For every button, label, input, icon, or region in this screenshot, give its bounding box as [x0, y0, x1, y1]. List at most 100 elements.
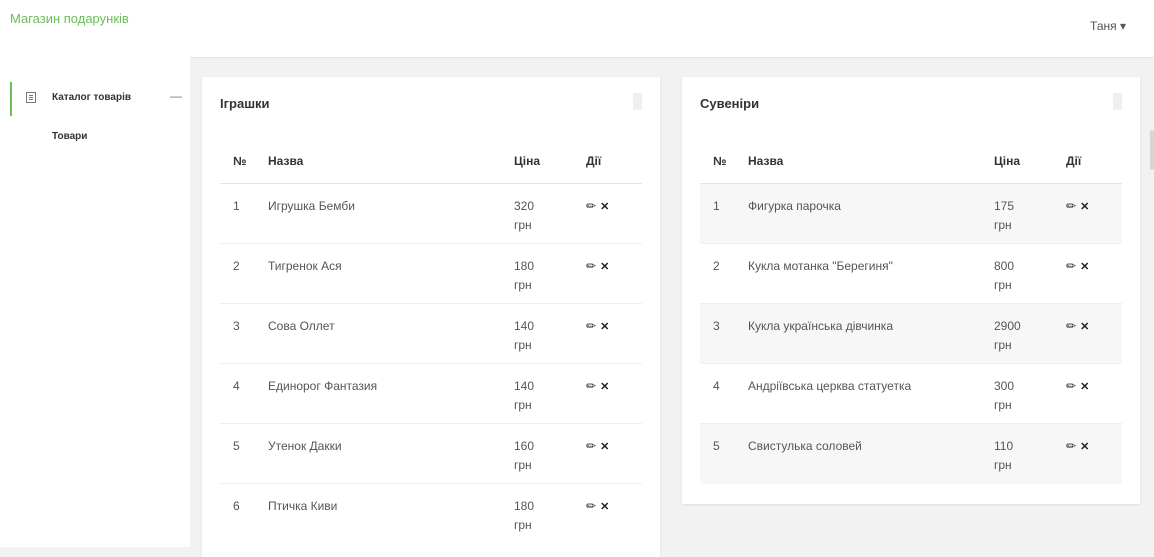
row-number: 1: [700, 183, 748, 244]
row-number: 2: [700, 243, 748, 304]
price-currency: грн: [514, 398, 532, 412]
row-actions: ✏︎ ✕: [1066, 363, 1122, 424]
product-price: 140 грн: [514, 303, 586, 364]
toys-table: № Назва Ціна Дії 1 Игрушка Бемби 320 грн ✏︎ ✕…: [220, 139, 642, 544]
row-actions: ✏︎ ✕: [586, 423, 642, 484]
pencil-icon[interactable]: ✏︎: [586, 199, 596, 213]
product-name: Сова Оллет: [268, 303, 514, 364]
row-number: 3: [220, 303, 268, 364]
row-actions: ✏︎ ✕: [586, 483, 642, 544]
close-icon[interactable]: ✕: [600, 320, 609, 333]
price-currency: грн: [514, 458, 532, 472]
sidebar-item-catalog[interactable]: Каталог товарів —: [10, 82, 192, 116]
sidebar-item-products[interactable]: Товари: [52, 131, 87, 142]
sidebar: Магазин подарунків Каталог товарів — Тов…: [0, 0, 190, 547]
row-number: 4: [700, 363, 748, 424]
row-number: 1: [233, 199, 240, 213]
product-name: Птичка Киви: [268, 483, 514, 544]
row-number: 5: [220, 423, 268, 484]
product-name: Утенок Дакки: [268, 423, 514, 484]
product-price: 2900 грн: [994, 303, 1066, 364]
price-currency: грн: [514, 518, 532, 532]
pencil-icon[interactable]: ✏︎: [1066, 259, 1076, 273]
row-actions: ✏︎ ✕: [586, 363, 642, 424]
table-row: 5 Свистулька соловей 110 грн ✏︎ ✕: [700, 423, 1122, 484]
pencil-icon[interactable]: ✏︎: [1066, 379, 1076, 393]
product-price: 800 грн: [994, 243, 1066, 304]
row-number: 3: [700, 303, 748, 364]
close-icon[interactable]: ✕: [1080, 260, 1089, 273]
column-header-name: Назва: [268, 139, 514, 184]
close-icon[interactable]: ✕: [1080, 320, 1089, 333]
table-row: 3 Кукла українська дівчинка 2900 грн ✏︎ ✕: [700, 303, 1122, 364]
close-icon[interactable]: ✕: [1080, 380, 1089, 393]
column-header-price: Ціна: [994, 139, 1066, 184]
panel-title: Сувеніри: [700, 96, 760, 111]
price-currency: грн: [514, 278, 532, 292]
product-name: Тигренок Ася: [268, 243, 514, 304]
product-name: Кукла мотанка "Берегиня": [748, 243, 994, 304]
close-icon[interactable]: ✕: [600, 500, 609, 513]
table-row: 6 Птичка Киви 180 грн ✏︎ ✕: [220, 483, 642, 544]
row-actions: ✏︎ ✕: [586, 243, 642, 304]
top-bar: Таня ▾: [190, 0, 1154, 58]
product-price: 180 грн: [514, 483, 586, 544]
price-currency: грн: [994, 218, 1012, 232]
close-icon[interactable]: ✕: [600, 200, 609, 213]
product-price: 180 грн: [514, 243, 586, 304]
pencil-icon[interactable]: ✏︎: [1066, 199, 1076, 213]
price-currency: грн: [994, 278, 1012, 292]
sidebar-item-catalog-label: Каталог товарів: [52, 92, 132, 103]
price-value: 160: [514, 439, 535, 453]
column-header-name: Назва: [748, 139, 994, 184]
row-number: 2: [220, 243, 268, 304]
table-row: 4 Андріївська церква статуетка 300 грн ✏︎ ✕: [700, 363, 1122, 424]
price-value: 180: [514, 259, 535, 273]
column-header-num: №: [700, 139, 748, 184]
product-name: Фигурка парочка: [748, 183, 994, 244]
table-row: 2 Тигренок Ася 180 грн ✏︎ ✕: [220, 243, 642, 304]
price-currency: грн: [994, 398, 1012, 412]
product-price: 160 грн: [514, 423, 586, 484]
product-price: 110 грн: [994, 423, 1066, 484]
pencil-icon[interactable]: ✏︎: [586, 319, 596, 333]
pencil-icon[interactable]: ✏︎: [1066, 439, 1076, 453]
close-icon[interactable]: ✕: [600, 260, 609, 273]
row-number: 4: [220, 363, 268, 424]
product-name: Игрушка Бемби: [268, 199, 355, 213]
close-icon[interactable]: ✕: [600, 440, 609, 453]
price-currency: грн: [514, 338, 532, 352]
price-value: 110: [994, 439, 1014, 453]
pencil-icon[interactable]: ✏︎: [586, 499, 596, 513]
toys-panel: Іграшки № Назва Ціна Дії 1 Игрушка Бемби 3…: [202, 77, 660, 557]
price-value: 140: [514, 319, 535, 333]
price-value: 2900: [994, 319, 1021, 333]
brand-link[interactable]: Магазин подарунків: [10, 11, 129, 26]
user-menu[interactable]: Таня ▾: [1090, 19, 1126, 33]
product-name: Кукла українська дівчинка: [748, 303, 994, 364]
souvenirs-panel: Сувеніри № Назва Ціна Дії 1 Фигурка пароч…: [682, 77, 1140, 504]
product-price: 300 грн: [994, 363, 1066, 424]
product-name: Единорог Фантазия: [268, 363, 514, 424]
price-value: 800: [994, 259, 1015, 273]
close-icon[interactable]: ✕: [1080, 440, 1089, 453]
price-currency: грн: [994, 458, 1012, 472]
price-value: 180: [514, 499, 535, 513]
scrollbar[interactable]: [1150, 130, 1154, 170]
close-icon[interactable]: ✕: [600, 380, 609, 393]
pencil-icon[interactable]: ✏︎: [586, 439, 596, 453]
collapse-icon[interactable]: —: [170, 89, 182, 103]
close-icon[interactable]: ✕: [1080, 200, 1089, 213]
pencil-icon[interactable]: ✏︎: [586, 259, 596, 273]
column-header-num: №: [220, 139, 268, 184]
panel-handle[interactable]: [1113, 93, 1122, 110]
row-actions: ✏︎ ✕: [1066, 243, 1122, 304]
product-name: Андріївська церква статуетка: [748, 363, 994, 424]
row-actions: ✏︎ ✕: [1066, 183, 1122, 244]
price-currency: грн: [514, 218, 532, 232]
price-value: 320: [514, 199, 535, 213]
panel-handle[interactable]: [633, 93, 642, 110]
pencil-icon[interactable]: ✏︎: [586, 379, 596, 393]
column-header-actions: Дії: [1066, 139, 1122, 184]
pencil-icon[interactable]: ✏︎: [1066, 319, 1076, 333]
